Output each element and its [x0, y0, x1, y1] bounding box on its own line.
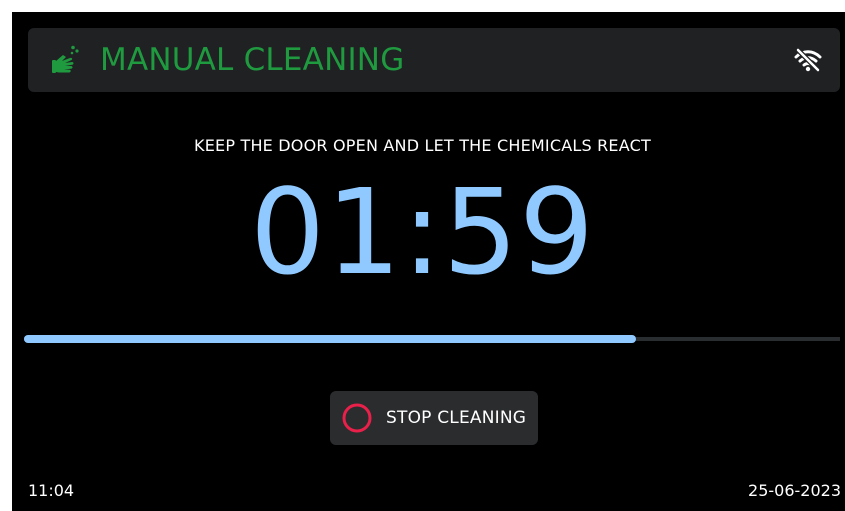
- wifi-off-icon: [794, 46, 822, 74]
- cleaning-hand-icon: [50, 44, 82, 76]
- stop-circle-icon: [342, 403, 372, 433]
- current-date: 25-06-2023: [748, 481, 841, 500]
- page-title: MANUAL CLEANING: [100, 42, 405, 78]
- instruction-text: KEEP THE DOOR OPEN AND LET THE CHEMICALS…: [194, 136, 651, 155]
- progress-bar: [24, 335, 636, 343]
- stop-cleaning-label: STOP CLEANING: [386, 408, 527, 428]
- stop-cleaning-button[interactable]: STOP CLEANING: [330, 391, 538, 445]
- header-bar: MANUAL CLEANING: [28, 28, 840, 92]
- countdown-timer: 01:59: [249, 163, 596, 301]
- clock-time: 11:04: [28, 481, 75, 500]
- device-screen: MANUAL CLEANING KEEP THE DOOR OPEN AND L…: [12, 12, 845, 511]
